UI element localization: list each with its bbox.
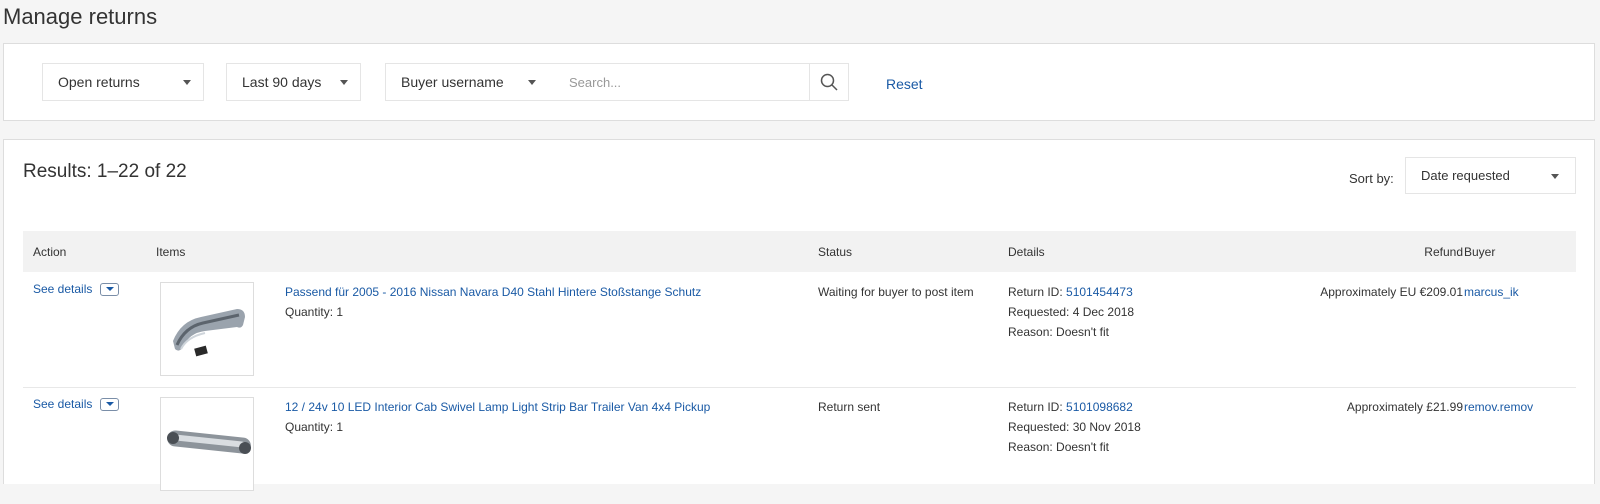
- search-input[interactable]: [555, 63, 810, 101]
- return-id-link[interactable]: 5101454473: [1066, 285, 1133, 299]
- reset-link[interactable]: Reset: [886, 76, 923, 92]
- item-info: 12 / 24v 10 LED Interior Cab Swivel Lamp…: [285, 397, 710, 437]
- header-status: Status: [818, 245, 853, 259]
- search-by-value: Buyer username: [401, 74, 504, 90]
- chevron-down-icon[interactable]: [100, 282, 120, 296]
- search-button[interactable]: [809, 63, 849, 101]
- bumper-guard-image: [173, 309, 245, 357]
- results-count: Results: 1–22 of 22: [23, 161, 187, 182]
- results-panel: Results: 1–22 of 22 Sort by: Date reques…: [3, 139, 1595, 491]
- see-details-link[interactable]: See details: [33, 282, 92, 296]
- sort-select[interactable]: Date requested: [1405, 157, 1576, 194]
- led-light-bar-image: [167, 430, 251, 454]
- page-title: Manage returns: [3, 4, 158, 29]
- header-refund: Refund: [1424, 245, 1463, 259]
- return-status: Return sent: [818, 400, 881, 414]
- return-reason: Reason: Doesn't fit: [1008, 325, 1110, 339]
- item-title-link[interactable]: Passend für 2005 - 2016 Nissan Navara D4…: [285, 285, 701, 299]
- chevron-down-icon: [1551, 174, 1559, 179]
- buyer-link[interactable]: remov.remov: [1464, 400, 1533, 414]
- sort-select-value: Date requested: [1421, 168, 1510, 183]
- item-thumbnail[interactable]: [160, 397, 254, 491]
- chevron-down-icon: [340, 80, 348, 85]
- search-by-select[interactable]: Buyer username: [385, 63, 556, 101]
- item-quantity: Quantity: 1: [285, 420, 344, 434]
- see-details-link[interactable]: See details: [33, 397, 92, 411]
- chevron-down-icon: [183, 80, 191, 85]
- requested-date: Requested: 4 Dec 2018: [1008, 305, 1135, 319]
- item-thumbnail[interactable]: [160, 282, 254, 376]
- chevron-down-icon[interactable]: [100, 397, 120, 411]
- period-filter-value: Last 90 days: [242, 74, 322, 90]
- refund-amount: Approximately £21.99: [1346, 400, 1463, 414]
- buyer-link[interactable]: marcus_ik: [1464, 285, 1519, 299]
- return-status: Waiting for buyer to post item: [818, 285, 974, 299]
- header-buyer: Buyer: [1464, 245, 1496, 259]
- refund-amount: Approximately EU €209.01: [1320, 285, 1463, 299]
- return-details: Return ID: 5101098682 Requested: 30 Nov …: [1008, 397, 1141, 457]
- see-details-control: See details: [33, 397, 120, 411]
- item-title-link[interactable]: 12 / 24v 10 LED Interior Cab Swivel Lamp…: [285, 400, 710, 414]
- table-row: See details Passend für 2005 - 2016 Niss…: [23, 273, 1576, 388]
- table-row: See details 12 / 24v 10 LED Interior Cab…: [23, 389, 1576, 504]
- sort-label: Sort by:: [1349, 171, 1394, 186]
- status-filter-value: Open returns: [58, 74, 140, 90]
- header-action: Action: [33, 245, 67, 259]
- return-id-label: Return ID:: [1008, 400, 1063, 414]
- period-filter-select[interactable]: Last 90 days: [226, 63, 361, 101]
- item-quantity: Quantity: 1: [285, 305, 344, 319]
- item-info: Passend für 2005 - 2016 Nissan Navara D4…: [285, 282, 701, 322]
- status-filter-select[interactable]: Open returns: [42, 63, 204, 101]
- table-header: Action Items Status Details Refund Buyer: [23, 231, 1576, 272]
- header-items: Items: [156, 245, 186, 259]
- return-details: Return ID: 5101454473 Requested: 4 Dec 2…: [1008, 282, 1134, 342]
- see-details-control: See details: [33, 282, 120, 296]
- return-reason: Reason: Doesn't fit: [1008, 440, 1110, 454]
- search-icon: [820, 73, 838, 91]
- return-id-label: Return ID:: [1008, 285, 1063, 299]
- chevron-down-icon: [528, 80, 536, 85]
- filter-panel: Open returns Last 90 days Buyer username…: [3, 43, 1595, 121]
- header-details: Details: [1008, 245, 1045, 259]
- return-id-link[interactable]: 5101098682: [1066, 400, 1133, 414]
- requested-date: Requested: 30 Nov 2018: [1008, 420, 1141, 434]
